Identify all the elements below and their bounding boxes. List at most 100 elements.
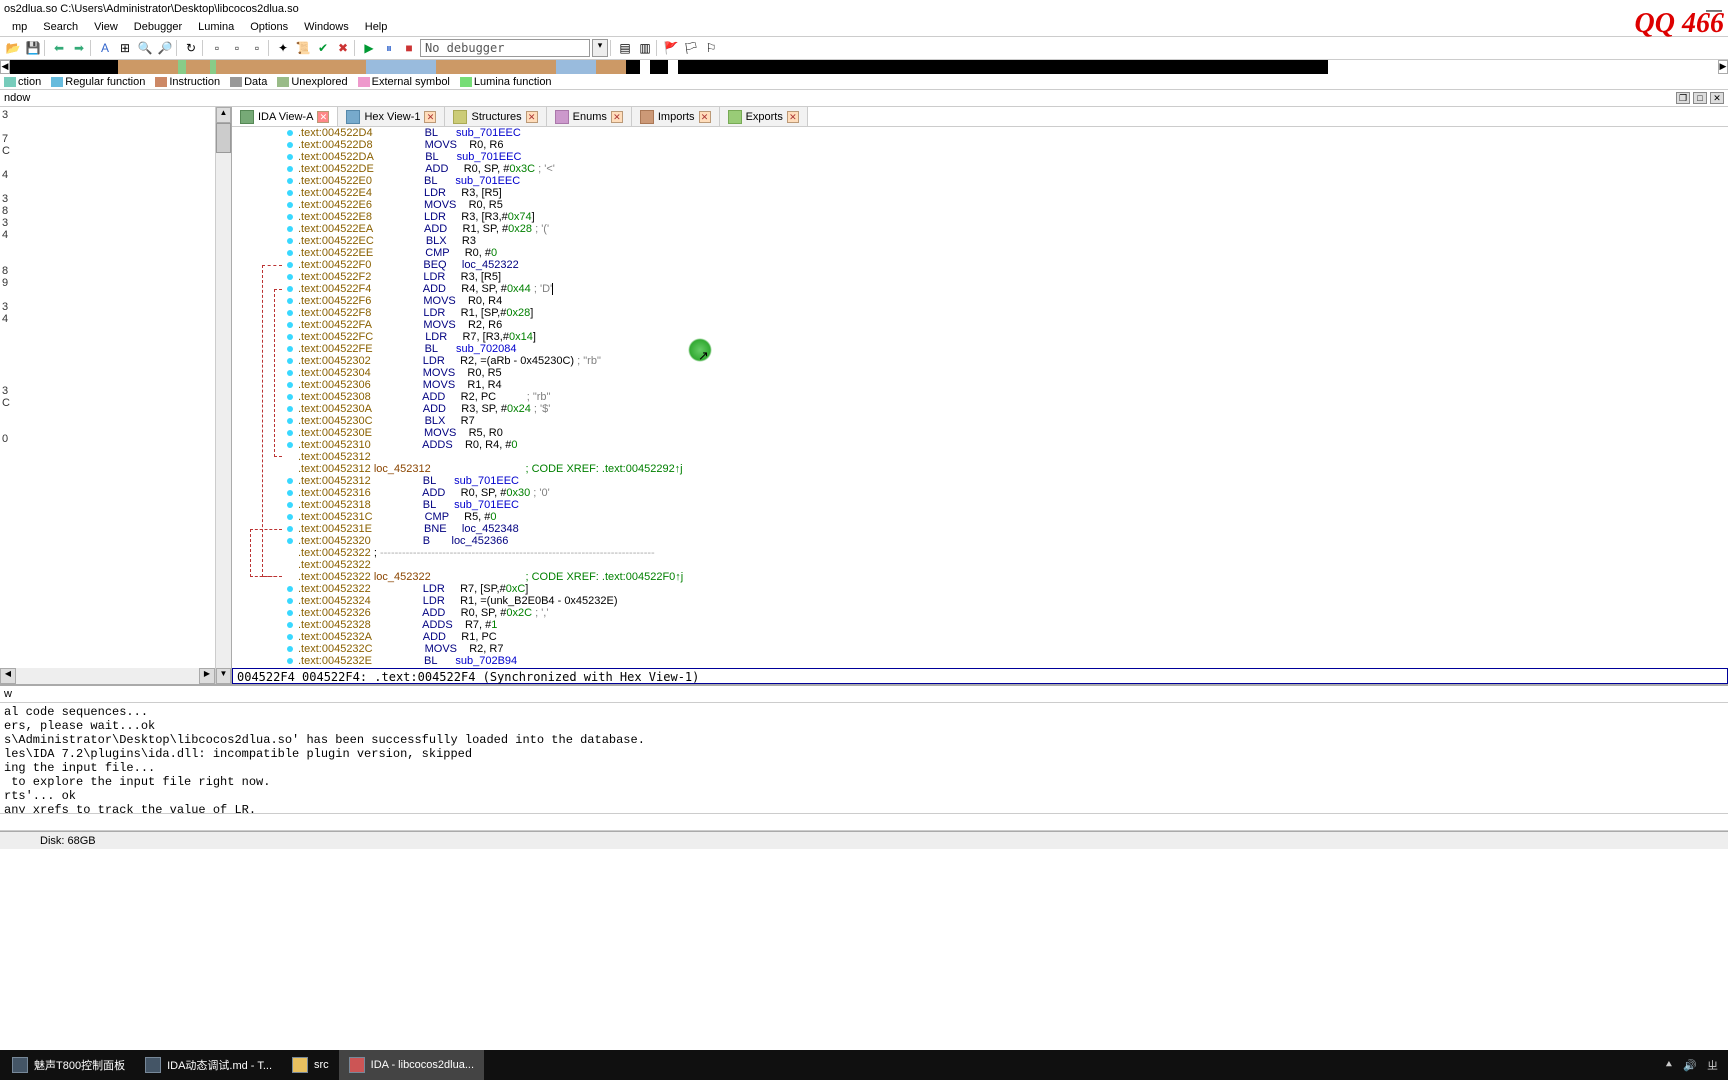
taskbar: 魅声T800控制面板 IDA动态调试.md - T... src IDA - l…	[0, 1050, 1728, 1080]
restore-icon[interactable]: ❐	[1676, 92, 1690, 104]
separator	[656, 40, 660, 56]
open-icon[interactable]: 📂	[4, 39, 22, 57]
maximize-icon[interactable]: □	[1693, 92, 1707, 104]
view-tabs: IDA View-A ✕ Hex View-1 ✕ Structures✕ Enum…	[232, 107, 1728, 127]
taskbar-item[interactable]: IDA - libcocos2dlua...	[339, 1050, 484, 1080]
db-icon[interactable]: ▥	[636, 39, 654, 57]
menu-item[interactable]: View	[86, 19, 126, 35]
command-input[interactable]	[0, 813, 1728, 831]
scroll-left-icon[interactable]: ◀	[0, 668, 16, 684]
menu-item[interactable]: Windows	[296, 19, 357, 35]
tab-label: Hex View-1	[364, 111, 420, 123]
tab-exports[interactable]: Exports ✕	[720, 107, 808, 126]
back-icon[interactable]: ⬅	[50, 39, 68, 57]
close-icon[interactable]: ✕	[424, 111, 436, 123]
system-tray: ⯅ 🔊 ㄓ	[1664, 1057, 1728, 1073]
taskbar-item[interactable]: IDA动态调试.md - T...	[135, 1050, 282, 1080]
menu-item[interactable]: Lumina	[190, 19, 242, 35]
close-icon[interactable]: ✕	[611, 111, 623, 123]
legend-item: Lumina function	[460, 76, 552, 88]
stop-icon[interactable]: ■	[400, 39, 418, 57]
taskbar-label: 魅声T800控制面板	[34, 1057, 125, 1073]
ime-icon[interactable]: ㄓ	[1707, 1057, 1718, 1073]
dropdown-icon[interactable]: ▾	[592, 39, 608, 57]
window-label: ndow	[4, 92, 30, 104]
box-icon[interactable]: ▫	[208, 39, 226, 57]
close-icon[interactable]: ✕	[317, 111, 329, 123]
flag-icon[interactable]: ⚐	[702, 39, 720, 57]
code-area[interactable]: .text:004522D4 BL sub_701EEC.text:004522…	[298, 127, 1728, 668]
box-icon[interactable]: ▫	[228, 39, 246, 57]
menu-item[interactable]: Debugger	[126, 19, 190, 35]
sync-status-line: 004522F4 004522F4: .text:004522F4 (Synch…	[232, 668, 1728, 684]
taskbar-label: IDA动态调试.md - T...	[167, 1057, 272, 1073]
title-bar: os2dlua.so C:\Users\Administrator\Deskto…	[0, 0, 1728, 18]
separator	[90, 40, 94, 56]
taskbar-label: src	[314, 1059, 329, 1071]
watermark: QQ 466	[1635, 8, 1724, 40]
tab-hex-view[interactable]: Hex View-1 ✕	[338, 107, 445, 126]
run-icon[interactable]: ▶	[360, 39, 378, 57]
functions-list[interactable]: 37C4383489343C0	[0, 107, 215, 684]
legend: ction Regular function Instruction Data …	[0, 74, 1728, 90]
app-icon	[349, 1057, 365, 1073]
db-icon[interactable]: ▤	[616, 39, 634, 57]
menu-item[interactable]: mp	[4, 19, 35, 35]
volume-icon[interactable]: 🔊	[1683, 1059, 1697, 1072]
scroll-up-icon[interactable]: ▲	[216, 107, 231, 123]
flag-icon[interactable]: 🚩	[662, 39, 680, 57]
close-icon[interactable]: ✕	[1710, 92, 1724, 104]
tool-icon[interactable]: A	[96, 39, 114, 57]
flag-icon[interactable]: 🏳	[682, 39, 700, 57]
disassembly-view[interactable]: ↓ ↓ .text:004522D4 BL sub_701EEC.text:00…	[232, 127, 1728, 668]
toolbar: 📂 💾 ⬅ ➡ A ⊞ 🔍 🔎 ↻ ▫ ▫ ▫ ✦ 📜 ✔ ✖ ▶ ⏸ ■ No…	[0, 36, 1728, 60]
pause-icon[interactable]: ⏸	[380, 39, 398, 57]
menu-item[interactable]: Search	[35, 19, 86, 35]
tray-icon[interactable]: ⯅	[1664, 1059, 1673, 1072]
menu-item[interactable]: Options	[242, 19, 296, 35]
separator	[44, 40, 48, 56]
search-icon[interactable]: 🔍	[136, 39, 154, 57]
separator	[354, 40, 358, 56]
arrow-down-icon: ↓	[254, 667, 261, 668]
tab-label: Exports	[746, 111, 783, 123]
tab-enums[interactable]: Enums✕	[547, 107, 632, 126]
scroll-down-icon[interactable]: ▼	[216, 668, 231, 684]
tab-structures[interactable]: Structures✕	[445, 107, 546, 126]
search-text-icon[interactable]: 🔎	[156, 39, 174, 57]
app-icon	[12, 1057, 28, 1073]
vertical-scrollbar[interactable]: ▲ ▼	[215, 107, 231, 684]
status-bar: Disk: 68GB	[0, 831, 1728, 849]
check-icon[interactable]: ✔	[314, 39, 332, 57]
box-icon[interactable]: ▫	[248, 39, 266, 57]
legend-item: Unexplored	[277, 76, 347, 88]
close-icon[interactable]: ✕	[699, 111, 711, 123]
debugger-select[interactable]: No debugger	[420, 39, 590, 57]
taskbar-item[interactable]: 魅声T800控制面板	[2, 1050, 135, 1080]
nav-right-icon[interactable]: ▶	[1718, 60, 1728, 74]
tab-ida-view[interactable]: IDA View-A ✕	[232, 107, 338, 126]
scroll-right-icon[interactable]: ▶	[199, 668, 215, 684]
tab-label: IDA View-A	[258, 111, 313, 123]
scroll-thumb[interactable]	[216, 123, 231, 153]
app-icon	[145, 1057, 161, 1073]
taskbar-item[interactable]: src	[282, 1050, 339, 1080]
output-header: w	[0, 686, 1728, 703]
close-icon[interactable]: ✕	[526, 111, 538, 123]
nav-left-icon[interactable]: ◀	[0, 60, 10, 74]
window-title: os2dlua.so C:\Users\Administrator\Deskto…	[4, 3, 299, 15]
menu-item[interactable]: Help	[357, 19, 396, 35]
cross-icon[interactable]: ✖	[334, 39, 352, 57]
close-icon[interactable]: ✕	[787, 111, 799, 123]
tab-imports[interactable]: Imports✕	[632, 107, 720, 126]
horizontal-scrollbar[interactable]: ◀ ▶	[0, 668, 215, 684]
save-icon[interactable]: 💾	[24, 39, 42, 57]
forward-icon[interactable]: ➡	[70, 39, 88, 57]
script-icon[interactable]: 📜	[294, 39, 312, 57]
output-pane[interactable]: al code sequences... ers, please wait...…	[0, 703, 1728, 813]
tool-icon[interactable]: ⊞	[116, 39, 134, 57]
nav-strip[interactable]	[10, 60, 1718, 74]
star-icon[interactable]: ✦	[274, 39, 292, 57]
refresh-icon[interactable]: ↻	[182, 39, 200, 57]
navigation-band[interactable]: ◀ ▶	[0, 60, 1728, 74]
